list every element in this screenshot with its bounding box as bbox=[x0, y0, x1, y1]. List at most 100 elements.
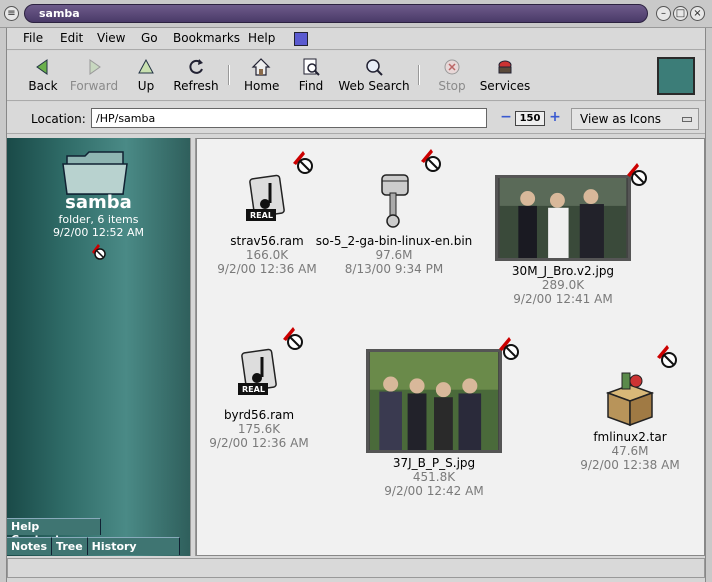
piston-icon bbox=[381, 174, 409, 228]
title-pill[interactable]: samba bbox=[24, 4, 648, 23]
file-size: 289.0K bbox=[541, 278, 585, 292]
menu-edit[interactable]: Edit bbox=[60, 31, 83, 45]
toolbar-separator bbox=[418, 65, 420, 85]
zoom-level[interactable]: 150 bbox=[515, 111, 545, 126]
back-button[interactable]: Back bbox=[27, 57, 59, 93]
find-icon bbox=[303, 58, 320, 76]
stop-icon bbox=[444, 59, 460, 75]
stop-label: Stop bbox=[438, 79, 466, 93]
svg-text:REAL: REAL bbox=[250, 211, 273, 220]
menu-go[interactable]: Go bbox=[141, 31, 158, 45]
up-label: Up bbox=[137, 79, 155, 93]
file-name: so-5_2-ga-bin-linux-en.bin bbox=[315, 234, 473, 248]
svg-text:REAL: REAL bbox=[242, 385, 265, 394]
sidebar: samba folder, 6 items 9/2/00 12:52 AM He… bbox=[7, 138, 190, 556]
services-icon bbox=[498, 60, 512, 74]
file-item[interactable]: so-5_2-ga-bin-linux-en.bin 97.6M 8/13/00… bbox=[309, 169, 479, 276]
file-item[interactable]: REAL strav56.ram 166.0K 9/2/00 12:36 AM bbox=[211, 173, 323, 276]
zoom-in-button[interactable]: + bbox=[548, 110, 562, 125]
toolbar-separator bbox=[228, 65, 230, 85]
home-button[interactable]: Home bbox=[244, 57, 280, 93]
realaudio-icon: REAL bbox=[246, 174, 285, 221]
menu-extra-icon[interactable] bbox=[294, 32, 308, 46]
find-label: Find bbox=[298, 79, 324, 93]
window-frame-right bbox=[705, 28, 712, 582]
up-button[interactable]: Up bbox=[135, 57, 157, 93]
forward-label: Forward bbox=[69, 79, 119, 93]
back-label: Back bbox=[28, 79, 58, 93]
refresh-label: Refresh bbox=[173, 79, 219, 93]
services-label: Services bbox=[479, 79, 531, 93]
home-icon bbox=[251, 58, 271, 76]
photo-thumbnail bbox=[495, 175, 631, 261]
menubar: File Edit View Go Bookmarks Help bbox=[7, 28, 705, 50]
close-button[interactable]: × bbox=[690, 6, 705, 21]
realaudio-icon: REAL bbox=[238, 348, 277, 395]
view-as-dropdown[interactable]: View as Icons bbox=[571, 108, 699, 130]
package-box-icon bbox=[605, 372, 655, 427]
folder-icon bbox=[62, 151, 128, 195]
dropdown-arrow-icon bbox=[682, 117, 692, 122]
file-size: 166.0K bbox=[245, 248, 289, 262]
file-date: 9/2/00 12:36 AM bbox=[217, 262, 317, 276]
no-write-emblem-icon bbox=[657, 345, 677, 368]
web-search-button[interactable]: Web Search bbox=[338, 57, 410, 93]
status-bar bbox=[7, 558, 705, 578]
no-write-emblem-icon bbox=[421, 149, 441, 172]
forward-button[interactable]: Forward bbox=[69, 57, 119, 93]
refresh-icon bbox=[189, 59, 203, 74]
refresh-button[interactable]: Refresh bbox=[173, 57, 219, 93]
file-date: 9/2/00 12:38 AM bbox=[580, 458, 680, 472]
photo-thumbnail bbox=[366, 349, 502, 453]
window-frame-left bbox=[0, 28, 7, 582]
home-label: Home bbox=[244, 79, 280, 93]
file-name: fmlinux2.tar bbox=[593, 430, 667, 444]
window-titlebar[interactable]: ≡ samba – □ × bbox=[0, 0, 712, 28]
file-item[interactable]: REAL byrd56.ram 175.6K 9/2/00 12:36 AM bbox=[203, 347, 315, 450]
location-input[interactable] bbox=[91, 108, 487, 128]
find-button[interactable]: Find bbox=[297, 57, 325, 93]
file-name: 37J_B_P_S.jpg bbox=[392, 456, 476, 470]
file-size: 175.6K bbox=[237, 422, 281, 436]
zoom-out-button[interactable]: − bbox=[499, 110, 513, 125]
no-write-emblem-icon bbox=[283, 327, 303, 350]
file-date: 9/2/00 12:41 AM bbox=[513, 292, 613, 306]
file-size: 451.8K bbox=[412, 470, 456, 484]
sidebar-folder-info: folder, 6 items bbox=[58, 213, 139, 226]
file-date: 9/2/00 12:42 AM bbox=[384, 484, 484, 498]
file-item[interactable]: 37J_B_P_S.jpg 451.8K 9/2/00 12:42 AM bbox=[363, 349, 505, 498]
tab-help-contents[interactable]: Help Contents bbox=[7, 518, 101, 546]
menu-file[interactable]: File bbox=[23, 31, 43, 45]
file-size: 47.6M bbox=[611, 444, 649, 458]
location-bar: Location: − 150 + View as Icons bbox=[7, 102, 705, 134]
menu-bookmarks[interactable]: Bookmarks bbox=[173, 31, 240, 45]
stop-button[interactable]: Stop bbox=[438, 57, 466, 93]
file-size: 97.6M bbox=[375, 248, 413, 262]
menu-view[interactable]: View bbox=[97, 31, 125, 45]
services-button[interactable]: Services bbox=[479, 57, 531, 93]
file-name: strav56.ram bbox=[230, 234, 304, 248]
no-write-emblem-icon bbox=[92, 244, 106, 260]
tab-history[interactable]: History bbox=[87, 537, 180, 555]
view-as-label: View as Icons bbox=[580, 112, 662, 126]
menu-help[interactable]: Help bbox=[248, 31, 275, 45]
sidebar-folder-name: samba bbox=[65, 192, 132, 213]
maximize-button[interactable]: □ bbox=[673, 6, 688, 21]
minimize-button[interactable]: – bbox=[656, 6, 671, 21]
file-date: 9/2/00 12:36 AM bbox=[209, 436, 309, 450]
web-search-label: Web Search bbox=[338, 79, 410, 93]
file-item[interactable]: 30M_J_Bro.v2.jpg 289.0K 9/2/00 12:41 AM bbox=[493, 175, 633, 306]
up-arrow-icon bbox=[138, 58, 154, 74]
file-item[interactable]: fmlinux2.tar 47.6M 9/2/00 12:38 AM bbox=[575, 367, 685, 472]
no-write-emblem-icon bbox=[627, 163, 647, 186]
throbber-logo[interactable] bbox=[657, 57, 695, 95]
forward-arrow-icon bbox=[89, 59, 101, 75]
back-arrow-icon bbox=[36, 59, 48, 75]
toolbar: Back Forward Up Refresh Home Find Web Se… bbox=[7, 51, 705, 101]
window-menu-button[interactable]: ≡ bbox=[4, 6, 19, 21]
sidebar-folder-date: 9/2/00 12:52 AM bbox=[52, 226, 145, 239]
tab-notes[interactable]: Notes bbox=[7, 537, 53, 555]
file-view[interactable]: REAL strav56.ram 166.0K 9/2/00 12:36 AM … bbox=[196, 138, 705, 556]
tab-tree[interactable]: Tree bbox=[52, 537, 88, 555]
file-name: 30M_J_Bro.v2.jpg bbox=[511, 264, 615, 278]
